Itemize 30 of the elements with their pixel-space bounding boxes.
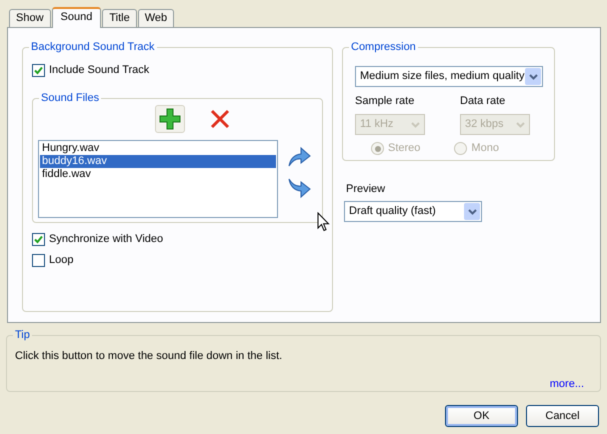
file-list[interactable]: Hungry.wav buddy16.wav fiddle.wav <box>38 140 278 218</box>
field-label: Preview <box>346 183 386 196</box>
group-title: Tip <box>13 329 32 342</box>
list-item[interactable]: fiddle.wav <box>40 168 276 181</box>
checkbox-label[interactable]: Include Sound Track <box>49 64 150 76</box>
group-title: Compression <box>349 41 418 54</box>
more-link[interactable]: more... <box>550 378 584 390</box>
move-up-arrow-icon[interactable] <box>287 146 311 168</box>
field-label: Data rate <box>460 95 506 108</box>
dropdown[interactable]: Medium size files, medium quality <box>355 66 543 87</box>
checkbox[interactable] <box>32 64 45 76</box>
tip-text: Click this button to move the sound file down in the list. <box>15 350 284 363</box>
checkbox-label[interactable]: Synchronize with Video <box>49 232 164 246</box>
tab[interactable]: Show <box>9 9 51 27</box>
dialog-button[interactable]: OK <box>445 405 518 427</box>
tab[interactable]: Sound <box>52 7 102 28</box>
add-icon[interactable] <box>155 105 185 133</box>
tab[interactable]: Title <box>102 9 137 27</box>
checkbox[interactable] <box>32 254 45 266</box>
checkbox[interactable] <box>32 232 45 246</box>
list-item[interactable]: Hungry.wav <box>40 142 276 155</box>
checkbox-label[interactable]: Loop <box>49 254 74 266</box>
move-down-arrow-icon[interactable] <box>287 177 311 201</box>
field-label: Sample rate <box>355 95 416 108</box>
tab[interactable]: Web <box>138 9 174 27</box>
dialog-button[interactable]: Cancel <box>526 405 599 427</box>
dropdown[interactable]: Draft quality (fast) <box>344 201 482 222</box>
cursor-icon <box>317 212 330 232</box>
group-title: Background Sound Track <box>29 41 157 54</box>
list-item[interactable]: buddy16.wav <box>40 155 276 168</box>
